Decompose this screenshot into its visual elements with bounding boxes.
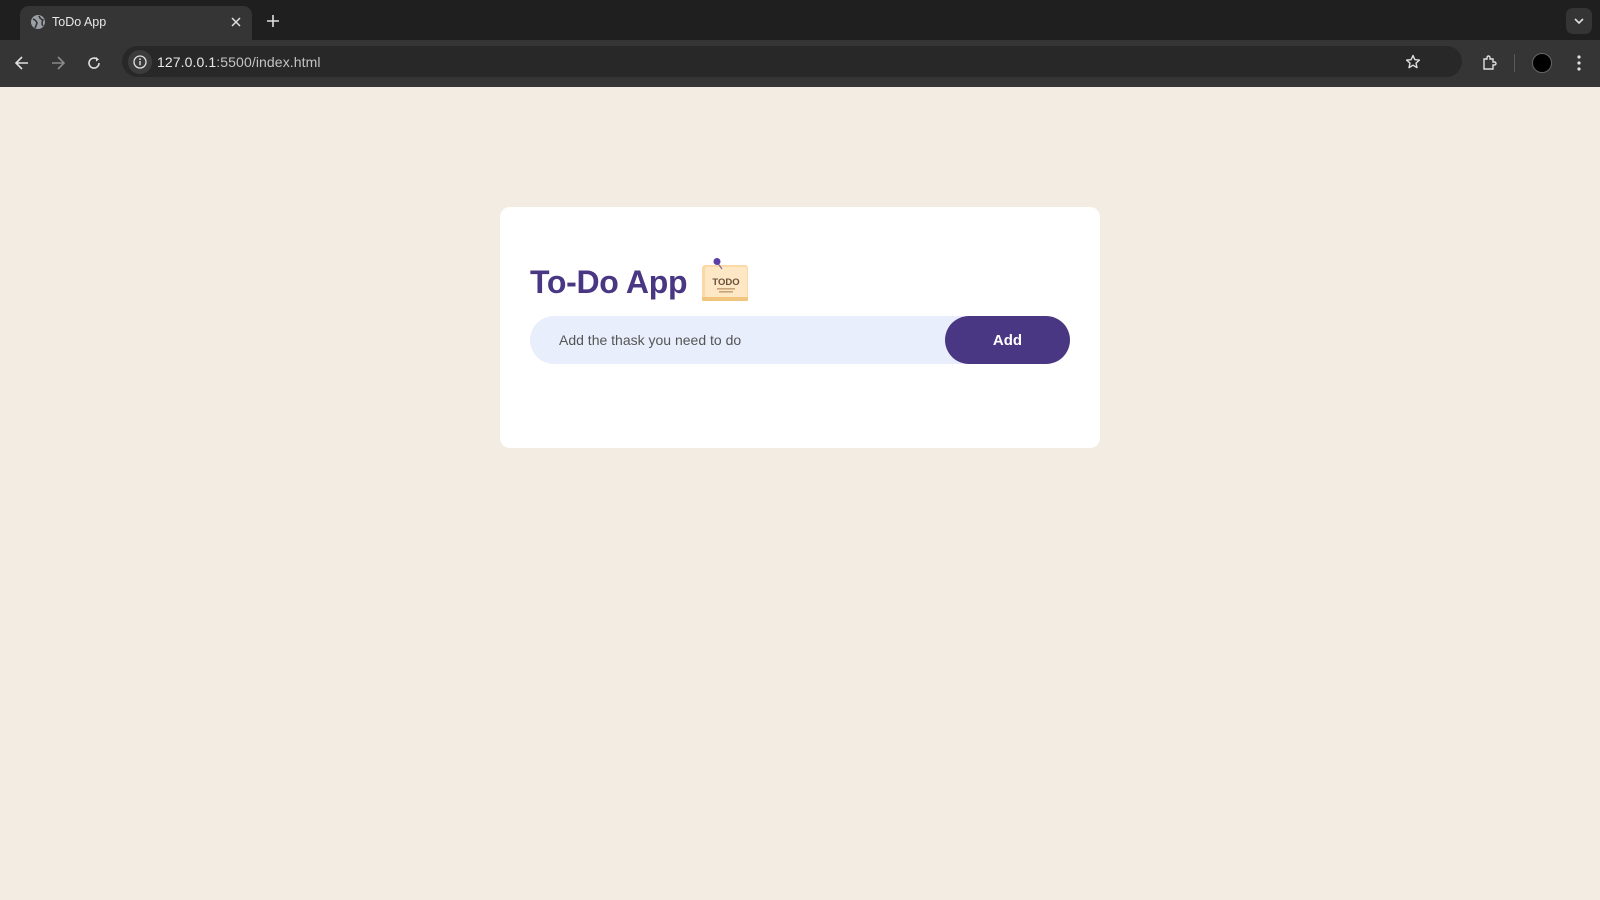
tab-title: ToDo App — [52, 15, 107, 29]
close-icon[interactable] — [226, 12, 246, 32]
add-button[interactable]: Add — [945, 316, 1070, 364]
url-host: 127.0.0.1 — [157, 54, 217, 70]
url-text: 127.0.0.1:5500/index.html — [157, 54, 321, 70]
info-icon[interactable] — [128, 50, 152, 74]
star-icon[interactable] — [1402, 51, 1424, 73]
todo-card: To-Do App TODO Add — [500, 207, 1100, 448]
profile-avatar[interactable] — [1532, 53, 1552, 73]
toolbar-divider — [1514, 54, 1515, 72]
chevron-down-icon[interactable] — [1566, 8, 1592, 34]
task-input-row: Add — [530, 316, 1070, 364]
kebab-menu-icon[interactable] — [1568, 52, 1590, 74]
title-row: To-Do App TODO — [530, 257, 750, 305]
globe-icon — [30, 14, 46, 30]
todo-note-icon: TODO — [700, 257, 750, 303]
address-bar[interactable]: 127.0.0.1:5500/index.html — [122, 46, 1462, 77]
reload-icon[interactable] — [83, 52, 105, 74]
url-path: :5500/index.html — [216, 54, 321, 70]
tab-strip: ToDo App — [0, 0, 1600, 40]
app-title: To-Do App — [530, 263, 688, 300]
extensions-icon[interactable] — [1478, 52, 1500, 74]
back-arrow-icon[interactable] — [11, 52, 33, 74]
forward-arrow-icon[interactable] — [47, 52, 69, 74]
plus-icon[interactable] — [262, 10, 284, 32]
browser-tab[interactable]: ToDo App — [20, 6, 252, 40]
browser-toolbar: 127.0.0.1:5500/index.html — [0, 40, 1600, 87]
todo-note-text: TODO — [713, 277, 740, 288]
task-input[interactable] — [530, 316, 950, 364]
